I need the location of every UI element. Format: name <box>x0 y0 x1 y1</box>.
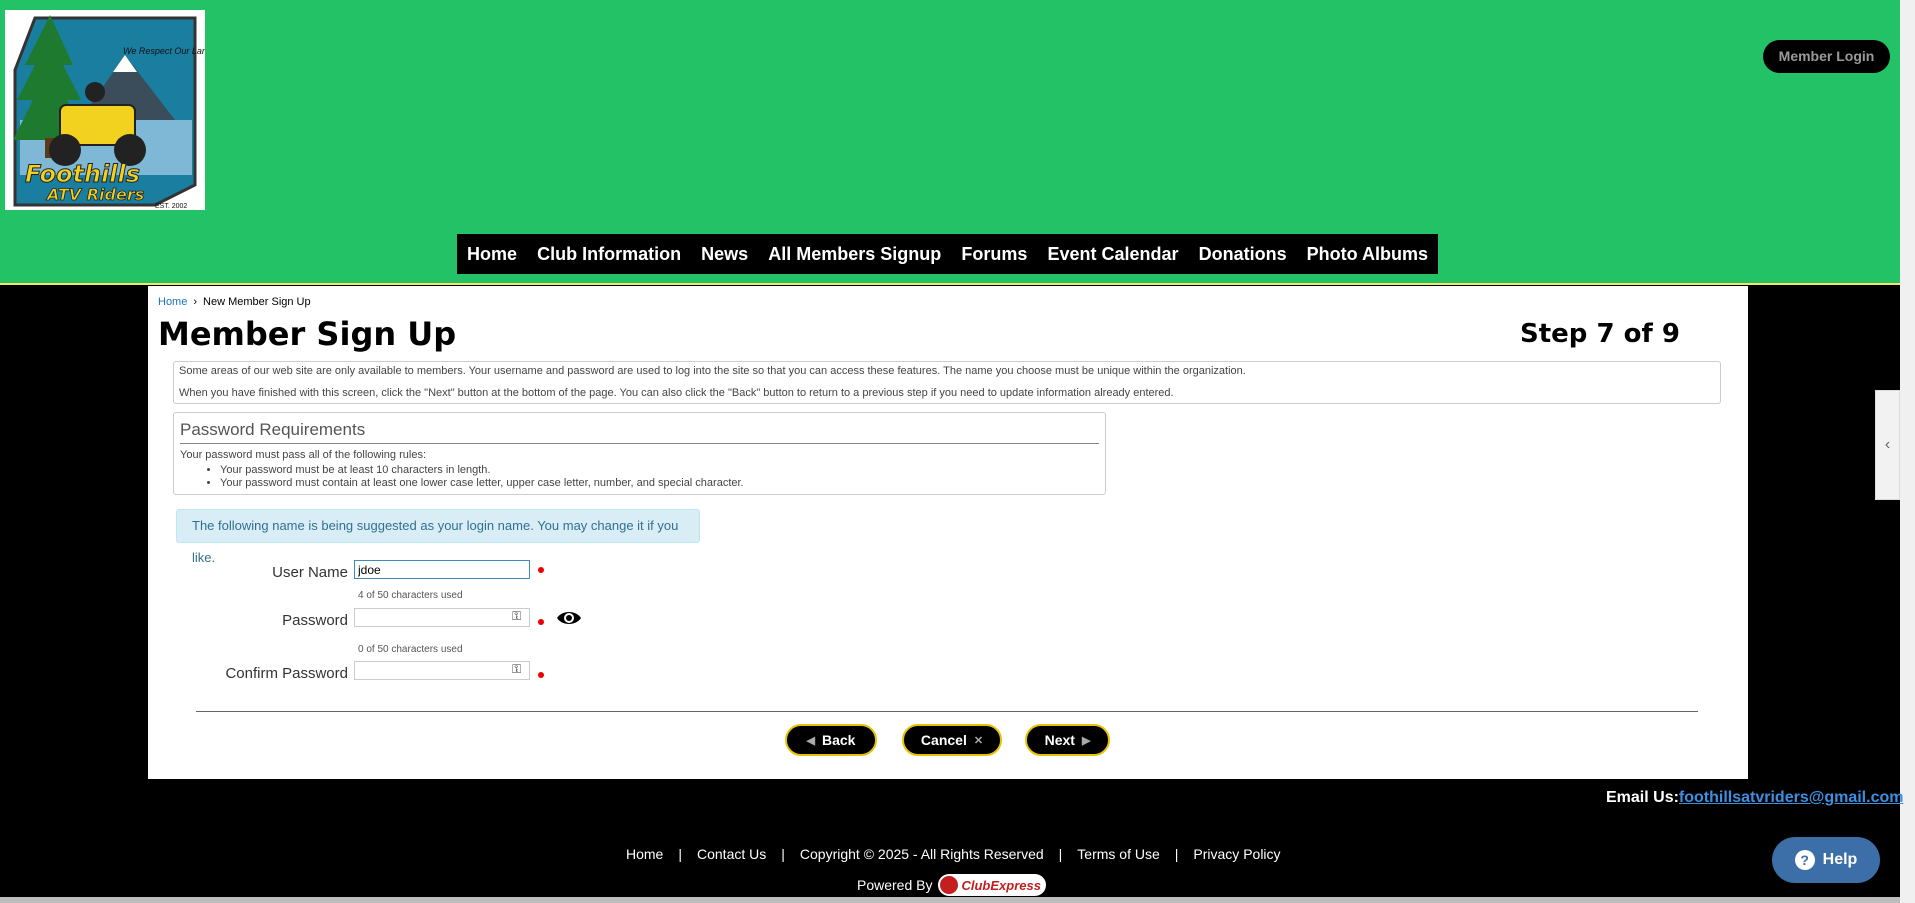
back-button[interactable]: ◀ Back <box>785 724 877 756</box>
password-rules-list: Your password must be at least 10 charac… <box>180 464 1099 490</box>
nav-item-home[interactable]: Home <box>467 244 517 265</box>
step-indicator: Step 7 of 9 <box>1520 319 1680 349</box>
password-generator-icon[interactable]: ⚿ <box>512 662 521 677</box>
required-indicator <box>538 619 544 625</box>
footer-link-contact-us[interactable]: Contact Us <box>697 846 766 862</box>
password-requirements-intro: Your password must pass all of the follo… <box>180 449 426 461</box>
footer-separator: | <box>678 846 682 862</box>
breadcrumb: Home › New Member Sign Up <box>158 296 311 308</box>
side-panel-toggle[interactable]: ‹ <box>1875 390 1900 500</box>
show-password-eye-icon[interactable] <box>556 609 582 627</box>
username-input[interactable] <box>354 560 530 579</box>
nav-item-club-information[interactable]: Club Information <box>537 244 681 265</box>
arrow-left-icon: ◀ <box>806 734 815 747</box>
site-logo[interactable]: We Respect Our Landowners Foothills ATV … <box>5 10 205 210</box>
cancel-button[interactable]: Cancel ✕ <box>902 724 1002 756</box>
username-label: User Name <box>272 564 348 581</box>
clubexpress-logo[interactable]: Club Express <box>938 874 1046 896</box>
page-title: Member Sign Up <box>158 315 457 353</box>
password-label: Password <box>282 612 348 629</box>
cancel-button-label: Cancel <box>920 732 967 748</box>
nav-item-all-members-signup[interactable]: All Members Signup <box>768 244 941 265</box>
powered-by: Powered By Club Express <box>857 874 1046 896</box>
logo-tagline-1: We Respect Our Landowners <box>123 46 205 56</box>
clubexpress-logo-text-express: Express <box>990 877 1041 893</box>
breadcrumb-home-link[interactable]: Home <box>158 296 187 308</box>
footer-link-privacy-policy[interactable]: Privacy Policy <box>1193 846 1280 862</box>
clubexpress-logo-text-club: Club <box>961 877 991 893</box>
nav-item-donations[interactable]: Donations <box>1199 244 1287 265</box>
logo-name-2: ATV Riders <box>45 185 144 204</box>
divider <box>196 711 1698 712</box>
footer-link-home[interactable]: Home <box>626 846 663 862</box>
required-indicator <box>538 567 544 573</box>
member-login-button[interactable]: Member Login <box>1763 40 1890 73</box>
password-requirements-title: Password Requirements <box>180 420 1099 444</box>
email-link[interactable]: foothillsatvriders@gmail.com <box>1679 789 1904 806</box>
footer-email: Email Us:foothillsatvriders@gmail.com <box>1606 789 1903 807</box>
password-char-count: 0 of 50 characters used <box>358 644 463 655</box>
help-button-label: Help <box>1822 851 1858 868</box>
main-nav: Home Club Information News All Members S… <box>457 234 1438 274</box>
chevron-left-icon: ‹ <box>1884 436 1891 453</box>
instructions-box: Some areas of our web site are only avai… <box>173 361 1721 404</box>
email-label: Email Us: <box>1606 789 1679 806</box>
password-input[interactable] <box>354 608 530 627</box>
clubexpress-logo-icon <box>940 876 959 894</box>
site-header: We Respect Our Landowners Foothills ATV … <box>0 0 1900 285</box>
nav-item-event-calendar[interactable]: Event Calendar <box>1047 244 1178 265</box>
help-button[interactable]: ? Help <box>1772 837 1880 883</box>
logo-est: EST. 2002 <box>155 203 187 210</box>
vertical-scrollbar[interactable] <box>1900 0 1915 903</box>
footer-separator: | <box>781 846 785 862</box>
confirm-password-label: Confirm Password <box>225 665 348 682</box>
footer-separator: | <box>1174 846 1179 862</box>
main-content: Home › New Member Sign Up Member Sign Up S… <box>148 286 1748 779</box>
footer-separator: | <box>1058 846 1063 862</box>
confirm-password-input[interactable] <box>354 661 530 680</box>
nav-item-forums[interactable]: Forums <box>961 244 1027 265</box>
footer-copyright: Copyright © 2025 - All Rights Reserved <box>799 846 1044 862</box>
horizontal-scrollbar[interactable] <box>0 897 1900 903</box>
next-button[interactable]: Next ▶ <box>1025 724 1110 756</box>
password-requirements-box: Password Requirements Your password must… <box>173 412 1106 495</box>
breadcrumb-current: New Member Sign Up <box>203 296 311 308</box>
password-rule: Your password must be at least 10 charac… <box>220 464 1099 477</box>
breadcrumb-separator: › <box>193 296 198 308</box>
username-suggestion-alert: The following name is being suggested as… <box>176 509 700 565</box>
nav-item-news[interactable]: News <box>701 244 748 265</box>
close-icon: ✕ <box>973 734 984 747</box>
logo-name-1: Foothills <box>25 160 140 188</box>
instructions-paragraph-1: Some areas of our web site are only avai… <box>179 365 1246 377</box>
footer-link-terms-of-use[interactable]: Terms of Use <box>1077 846 1159 862</box>
powered-by-label: Powered By <box>857 877 933 893</box>
password-generator-icon[interactable]: ⚿ <box>512 609 521 624</box>
nav-item-photo-albums[interactable]: Photo Albums <box>1307 244 1428 265</box>
question-mark-icon: ? <box>1794 850 1815 870</box>
logo-graphic: We Respect Our Landowners Foothills ATV … <box>5 10 205 210</box>
required-indicator <box>538 672 544 678</box>
next-button-label: Next <box>1044 732 1075 748</box>
password-rule: Your password must contain at least one … <box>220 477 1099 490</box>
arrow-right-icon: ▶ <box>1081 734 1091 747</box>
username-char-count: 4 of 50 characters used <box>358 590 463 601</box>
instructions-paragraph-2: When you have finished with this screen,… <box>179 387 1174 399</box>
back-button-label: Back <box>822 732 856 748</box>
footer-links: Home | Contact Us | Copyright © 2025 - A… <box>626 846 1281 862</box>
